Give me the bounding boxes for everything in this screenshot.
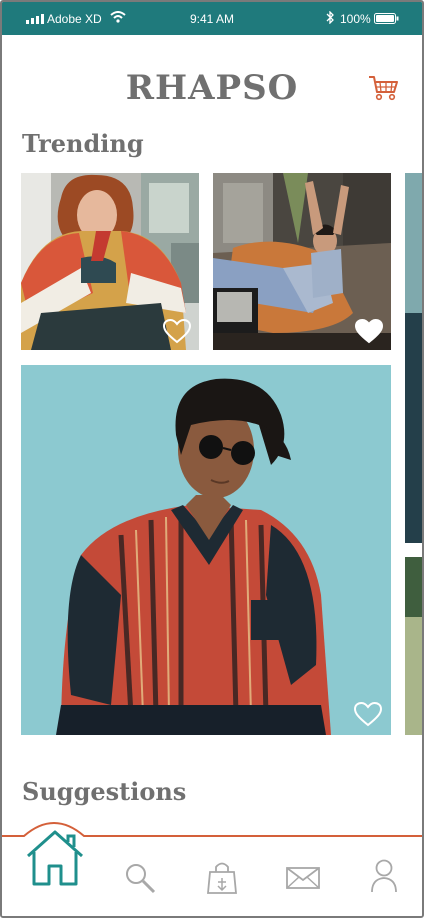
trending-card-1[interactable] (21, 173, 199, 350)
featured-card[interactable] (21, 365, 391, 735)
heart-filled-icon[interactable] (354, 318, 384, 344)
side-card[interactable] (405, 557, 422, 735)
battery-percent: 100% (340, 12, 371, 26)
search-icon[interactable] (124, 862, 156, 894)
trending-heading: Trending (22, 129, 144, 158)
app-title: RHAPSO (125, 68, 299, 108)
status-bar: Adobe XD 9:41 AM 100% (2, 2, 422, 35)
heart-outline-icon[interactable] (353, 701, 383, 727)
trending-photo-3 (405, 173, 422, 543)
bottom-nav (2, 820, 422, 916)
heart-outline-icon[interactable] (162, 318, 192, 344)
mail-icon[interactable] (286, 867, 320, 889)
shopping-bag-icon[interactable] (207, 860, 237, 894)
home-icon[interactable] (24, 828, 86, 888)
bluetooth-icon (326, 11, 334, 24)
trending-card-2[interactable] (213, 173, 391, 350)
featured-photo (21, 365, 391, 735)
suggestions-heading: Suggestions (22, 777, 187, 806)
app-frame: Adobe XD 9:41 AM 100% RHAPSO Trending Su… (0, 0, 424, 918)
side-photo (405, 557, 422, 735)
trending-card-3[interactable] (405, 173, 422, 543)
profile-icon[interactable] (370, 859, 398, 893)
cart-icon[interactable] (368, 74, 400, 102)
battery-icon (374, 13, 399, 24)
